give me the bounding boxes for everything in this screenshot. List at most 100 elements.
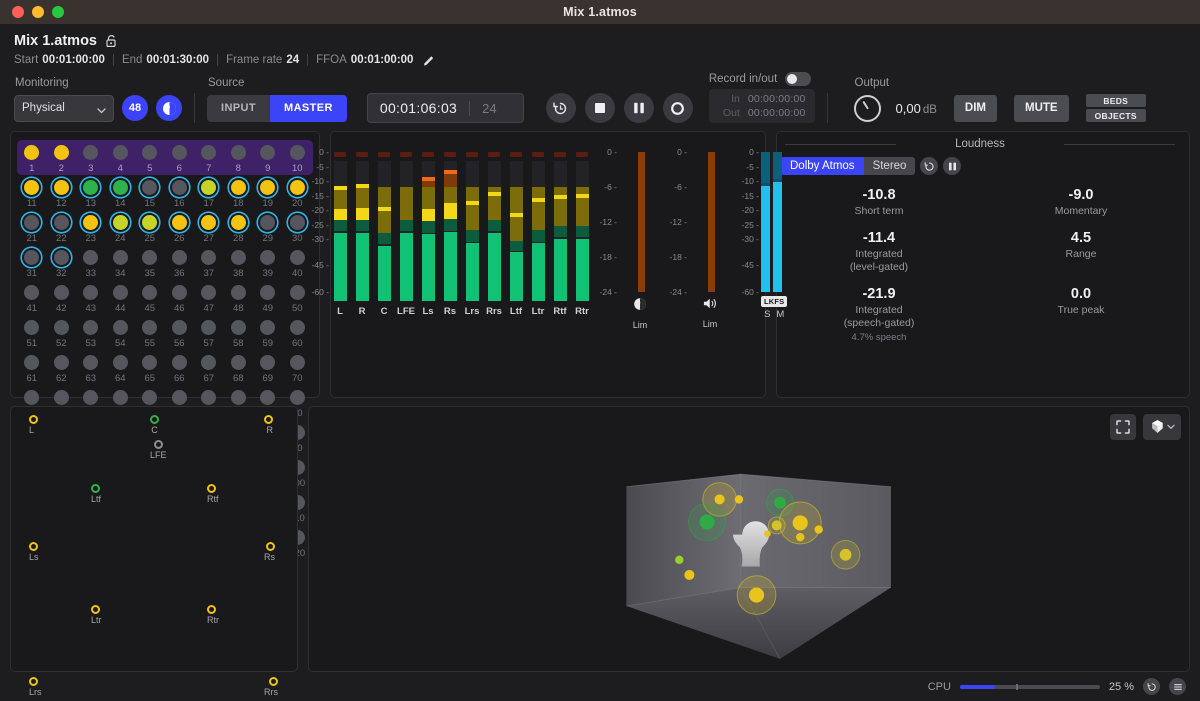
clip-indicator-LFE[interactable] <box>400 152 412 157</box>
speaker-rtf[interactable]: Rtf <box>207 484 219 504</box>
audio-object-10[interactable] <box>675 555 683 563</box>
edit-pencil-icon[interactable] <box>423 54 435 66</box>
channel-cell-25[interactable]: 25 <box>135 210 165 245</box>
audio-object-2[interactable] <box>699 514 714 529</box>
channel-cell-45[interactable]: 45 <box>135 280 165 315</box>
audio-object-6[interactable] <box>764 530 771 537</box>
channel-cell-13[interactable]: 13 <box>76 175 106 210</box>
channel-cell-55[interactable]: 55 <box>135 315 165 350</box>
speaker-l[interactable]: L <box>29 415 38 435</box>
channel-cell-47[interactable]: 47 <box>194 280 224 315</box>
clip-indicator-C[interactable] <box>378 152 390 157</box>
channel-cell-34[interactable]: 34 <box>106 245 136 280</box>
clip-indicator-R[interactable] <box>356 152 368 157</box>
mute-button[interactable]: MUTE <box>1014 95 1069 122</box>
tab-stereo[interactable]: Stereo <box>864 157 916 175</box>
channel-cell-10[interactable]: 10 <box>283 140 313 175</box>
speaker-r[interactable]: R <box>264 415 273 435</box>
channel-cell-12[interactable]: 12 <box>47 175 77 210</box>
binaural-toggle-button[interactable] <box>156 95 182 121</box>
channel-cell-5[interactable]: 5 <box>135 140 165 175</box>
channel-cell-17[interactable]: 17 <box>194 175 224 210</box>
tab-dolby-atmos[interactable]: Dolby Atmos <box>781 157 864 175</box>
audio-object-12[interactable] <box>749 587 764 602</box>
fullscreen-button[interactable] <box>1110 414 1136 440</box>
channel-cell-46[interactable]: 46 <box>165 280 195 315</box>
source-input-tab[interactable]: INPUT <box>207 95 270 122</box>
room-3d-view[interactable] <box>309 407 1189 672</box>
audio-object-5[interactable] <box>772 520 782 530</box>
channel-cell-3[interactable]: 3 <box>76 140 106 175</box>
channel-cell-6[interactable]: 6 <box>165 140 195 175</box>
channel-cell-60[interactable]: 60 <box>283 315 313 350</box>
clip-indicator-Lrs[interactable] <box>466 152 478 157</box>
sample-rate-badge[interactable]: 48 <box>122 95 148 121</box>
channel-cell-69[interactable]: 69 <box>253 350 283 385</box>
channel-cell-26[interactable]: 26 <box>165 210 195 245</box>
audio-object-1[interactable] <box>735 495 743 503</box>
audio-object-4[interactable] <box>793 515 808 530</box>
channel-cell-39[interactable]: 39 <box>253 245 283 280</box>
channel-cell-16[interactable]: 16 <box>165 175 195 210</box>
channel-cell-19[interactable]: 19 <box>253 175 283 210</box>
channel-cell-15[interactable]: 15 <box>135 175 165 210</box>
channel-cell-66[interactable]: 66 <box>165 350 195 385</box>
record-button[interactable] <box>663 93 693 123</box>
channel-cell-50[interactable]: 50 <box>283 280 313 315</box>
channel-cell-22[interactable]: 22 <box>47 210 77 245</box>
audio-object-8[interactable] <box>814 525 822 533</box>
channel-cell-48[interactable]: 48 <box>224 280 254 315</box>
room-view-panel[interactable] <box>308 406 1190 673</box>
stop-button[interactable] <box>585 93 615 123</box>
channel-cell-61[interactable]: 61 <box>17 350 47 385</box>
channel-cell-28[interactable]: 28 <box>224 210 254 245</box>
beds-button[interactable]: BEDS <box>1086 94 1146 107</box>
channel-cell-33[interactable]: 33 <box>76 245 106 280</box>
channel-cell-52[interactable]: 52 <box>47 315 77 350</box>
channel-cell-42[interactable]: 42 <box>47 280 77 315</box>
channel-cell-2[interactable]: 2 <box>47 140 77 175</box>
dim-button[interactable]: DIM <box>954 95 997 122</box>
channel-cell-27[interactable]: 27 <box>194 210 224 245</box>
audio-object-11[interactable] <box>684 569 694 579</box>
speaker-ltr[interactable]: Ltr <box>91 605 102 625</box>
channel-cell-49[interactable]: 49 <box>253 280 283 315</box>
channel-cell-23[interactable]: 23 <box>76 210 106 245</box>
speaker-rtr[interactable]: Rtr <box>207 605 219 625</box>
channel-cell-29[interactable]: 29 <box>253 210 283 245</box>
channel-cell-11[interactable]: 11 <box>17 175 47 210</box>
channel-cell-57[interactable]: 57 <box>194 315 224 350</box>
channel-cell-70[interactable]: 70 <box>283 350 313 385</box>
speaker-ltf[interactable]: Ltf <box>91 484 101 504</box>
record-inout-toggle[interactable] <box>785 72 811 86</box>
channel-cell-24[interactable]: 24 <box>106 210 136 245</box>
loudness-pause-button[interactable] <box>943 157 961 175</box>
record-inout-values[interactable]: In 00:00:00:00 Out 00:00:00:00 <box>709 89 815 123</box>
clip-indicator-Rrs[interactable] <box>488 152 500 157</box>
lock-icon[interactable] <box>105 34 118 48</box>
speaker-rs[interactable]: Rs <box>264 542 275 562</box>
channel-cell-31[interactable]: 31 <box>17 245 47 280</box>
channel-cell-63[interactable]: 63 <box>76 350 106 385</box>
audio-object-3[interactable] <box>774 496 786 508</box>
monitoring-select[interactable]: Physical <box>14 95 114 122</box>
refresh-button[interactable] <box>1143 678 1160 695</box>
source-segmented-control[interactable]: INPUT MASTER <box>207 95 347 122</box>
speaker-rrs[interactable]: Rrs <box>264 677 278 697</box>
loudness-tabs[interactable]: Dolby Atmos Stereo <box>781 157 1179 175</box>
timecode-display[interactable]: 00:01:06:03 24 <box>367 93 524 123</box>
channel-cell-36[interactable]: 36 <box>165 245 195 280</box>
channel-cell-64[interactable]: 64 <box>106 350 136 385</box>
channel-cell-18[interactable]: 18 <box>224 175 254 210</box>
channel-cell-7[interactable]: 7 <box>194 140 224 175</box>
channel-cell-14[interactable]: 14 <box>106 175 136 210</box>
source-master-tab[interactable]: MASTER <box>270 95 347 122</box>
clip-indicator-Ltf[interactable] <box>510 152 522 157</box>
channel-cell-56[interactable]: 56 <box>165 315 195 350</box>
channel-cell-58[interactable]: 58 <box>224 315 254 350</box>
channel-cell-65[interactable]: 65 <box>135 350 165 385</box>
audio-object-7[interactable] <box>796 532 804 540</box>
channel-cell-32[interactable]: 32 <box>47 245 77 280</box>
channel-cell-67[interactable]: 67 <box>194 350 224 385</box>
clip-indicator-Ls[interactable] <box>422 152 434 157</box>
